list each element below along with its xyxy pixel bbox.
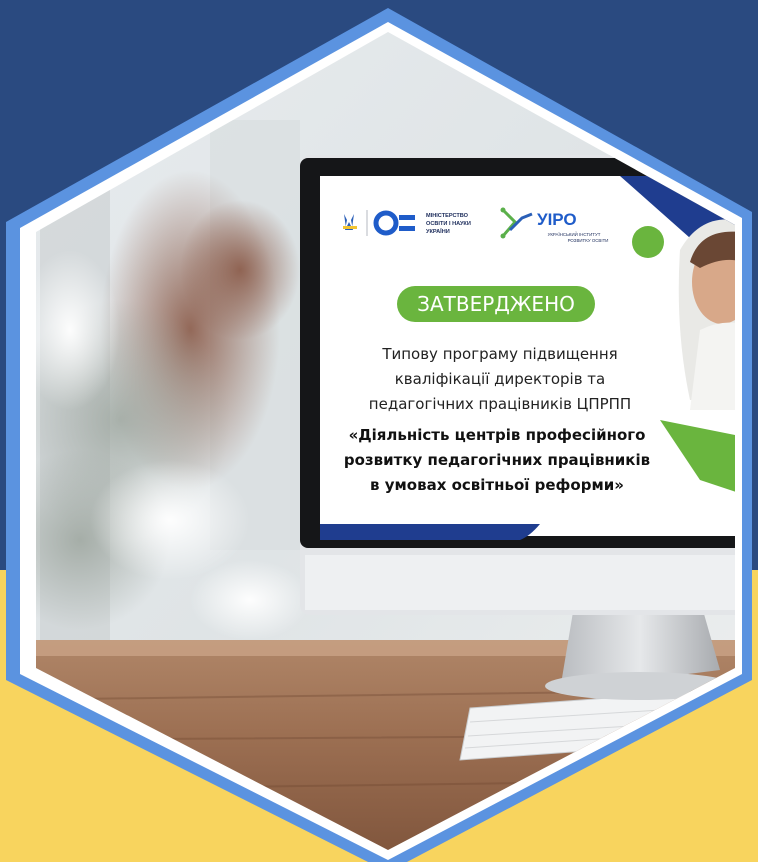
ministry-line-1: МІНІСТЕРСТВО [426, 213, 469, 219]
body-line-3: педагогічних працівників ЦПРПП [369, 395, 631, 413]
monitor-screen: МІНІСТЕРСТВО ОСВІТИ І НАУКИ УКРАЇНИ УІРО… [320, 176, 735, 540]
approved-badge-label: ЗАТВЕРДЖЕНО [417, 292, 575, 316]
hexagon-illustration: МІНІСТЕРСТВО ОСВІТИ І НАУКИ УКРАЇНИ УІРО… [6, 8, 752, 862]
uipo-title: УІРО [537, 210, 577, 229]
bold-line-2: розвитку педагогічних працівників [344, 451, 650, 469]
bold-line-3: в умовах освітньої реформи» [370, 476, 624, 494]
body-line-1: Типову програму підвищення [381, 345, 617, 363]
uipo-sub-line-2: РОЗВИТКУ ОСВІТИ [568, 238, 609, 243]
uipo-sub-line-1: УКРАЇНСЬКИЙ ІНСТИТУТ [548, 232, 601, 237]
body-line-2: кваліфікації директорів та [395, 370, 605, 388]
bold-line-1: «Діяльність центрів професійного [349, 426, 646, 444]
ministry-line-3: УКРАЇНИ [426, 228, 450, 235]
ministry-line-2: ОСВІТИ І НАУКИ [426, 221, 471, 227]
